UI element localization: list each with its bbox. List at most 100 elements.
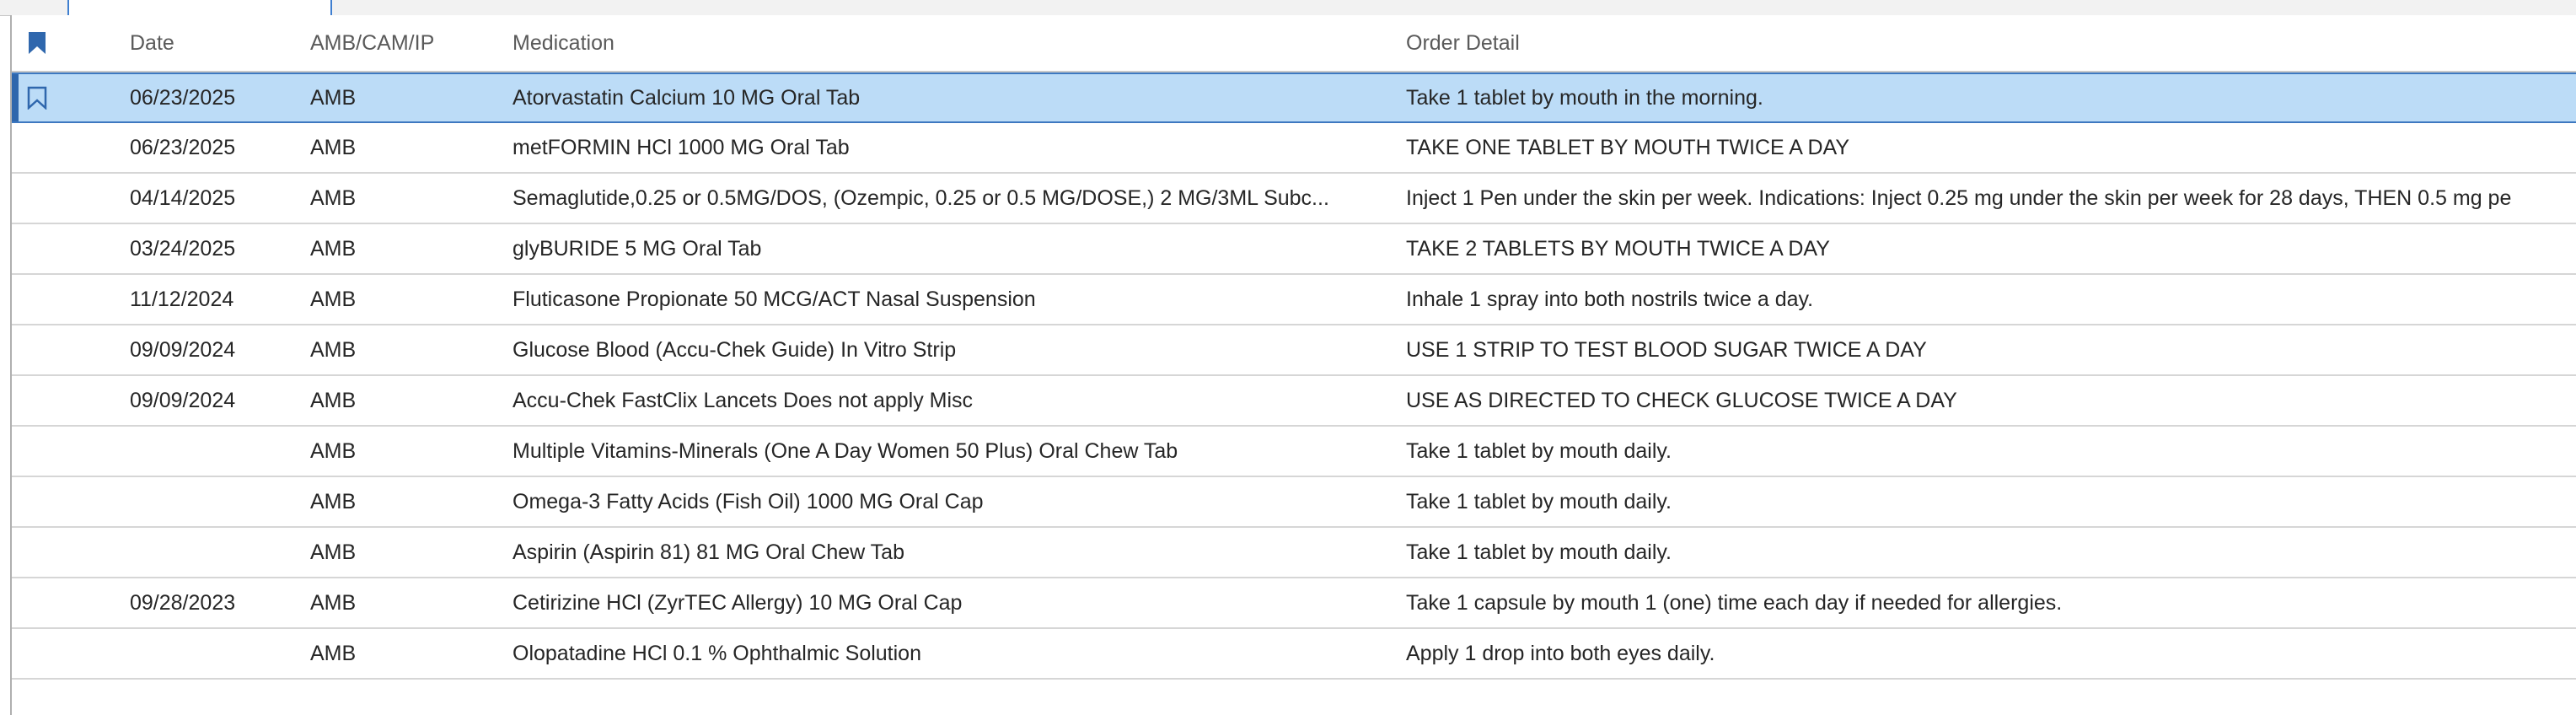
cell-date xyxy=(130,528,298,577)
cell-date-text: 06/23/2025 xyxy=(130,85,236,110)
column-header-amb-cam-ip[interactable]: AMB/CAM/IP xyxy=(310,15,504,71)
cell-order-detail: TAKE ONE TABLET BY MOUTH TWICE A DAY xyxy=(1406,123,2576,172)
cell-amb-cam-ip: AMB xyxy=(310,427,504,476)
cell-order-detail: Inhale 1 spray into both nostrils twice … xyxy=(1406,275,2576,324)
cell-amb-cam-ip: AMB xyxy=(310,325,504,374)
cell-amb-cam-ip: AMB xyxy=(310,477,504,526)
cell-order-detail: TAKE 2 TABLETS BY MOUTH TWICE A DAY xyxy=(1406,224,2576,273)
top-toolbar-strip xyxy=(0,0,2576,17)
cell-amb-cam-ip-text: AMB xyxy=(310,135,357,159)
cell-amb-cam-ip-text: AMB xyxy=(310,236,357,261)
cell-date-text: 04/14/2025 xyxy=(130,185,236,210)
cell-amb-cam-ip: AMB xyxy=(310,376,504,425)
cell-amb-cam-ip-text: AMB xyxy=(310,337,357,362)
cell-date: 11/12/2024 xyxy=(130,275,298,324)
table-row[interactable]: 09/09/2024 AMB Accu-Chek FastClix Lancets … xyxy=(12,376,2576,427)
cell-date-text: 09/28/2023 xyxy=(130,590,236,615)
cell-amb-cam-ip-text: AMB xyxy=(310,85,357,110)
cell-medication: Olopatadine HCl 0.1 % Ophthalmic Solutio… xyxy=(513,629,1398,678)
cell-order-detail: USE 1 STRIP TO TEST BLOOD SUGAR TWICE A … xyxy=(1406,325,2576,374)
column-header-order-detail[interactable]: Order Detail xyxy=(1406,15,2576,71)
cell-amb-cam-ip: AMB xyxy=(310,629,504,678)
cell-date: 09/09/2024 xyxy=(130,325,298,374)
cell-medication: metFORMIN HCl 1000 MG Oral Tab xyxy=(513,123,1398,172)
cell-date xyxy=(130,427,298,476)
cell-date: 04/14/2025 xyxy=(130,174,298,223)
table-row-selected[interactable]: 06/23/2025 AMB Atorvastatin Calcium 10 MG … xyxy=(12,73,2576,123)
cell-medication-text: Semaglutide,0.25 or 0.5MG/DOS, (Ozempic,… xyxy=(513,185,1329,210)
table-row[interactable]: 09/09/2024 AMB Glucose Blood (Accu-Chek Gu… xyxy=(12,325,2576,376)
cell-amb-cam-ip-text: AMB xyxy=(310,540,357,564)
cell-amb-cam-ip: AMB xyxy=(310,174,504,223)
bookmark-flag-solid-icon[interactable] xyxy=(28,31,46,55)
cell-amb-cam-ip: AMB xyxy=(310,224,504,273)
cell-order-detail: Take 1 tablet by mouth in the morning. xyxy=(1406,74,2576,121)
cell-order-detail-text: Take 1 tablet by mouth daily. xyxy=(1406,540,1672,564)
cell-medication-text: Glucose Blood (Accu-Chek Guide) In Vitro… xyxy=(513,337,957,362)
cell-amb-cam-ip-text: AMB xyxy=(310,287,357,311)
cell-order-detail: Inject 1 Pen under the skin per week. In… xyxy=(1406,174,2576,223)
table-row[interactable]: AMB Omega-3 Fatty Acids (Fish Oil) 1000 M… xyxy=(12,477,2576,528)
cell-order-detail-text: USE AS DIRECTED TO CHECK GLUCOSE TWICE A… xyxy=(1406,388,1957,412)
cell-order-detail-text: Inhale 1 spray into both nostrils twice … xyxy=(1406,287,1814,311)
cell-date-text: 09/09/2024 xyxy=(130,337,236,362)
table-row[interactable]: 04/14/2025 AMB Semaglutide,0.25 or 0.5MG/D… xyxy=(12,174,2576,224)
cell-date xyxy=(130,629,298,678)
cell-order-detail-text: Take 1 capsule by mouth 1 (one) time eac… xyxy=(1406,590,2063,615)
cell-medication-text: Multiple Vitamins-Minerals (One A Day Wo… xyxy=(513,438,1178,463)
table-row[interactable]: AMB Multiple Vitamins-Minerals (One A Day… xyxy=(12,427,2576,477)
cell-date xyxy=(130,477,298,526)
header-flag-cell[interactable] xyxy=(12,15,62,71)
cell-order-detail: Apply 1 drop into both eyes daily. xyxy=(1406,629,2576,678)
row-flag-cell[interactable] xyxy=(12,74,62,121)
cell-amb-cam-ip: AMB xyxy=(310,275,504,324)
cell-medication: Atorvastatin Calcium 10 MG Oral Tab xyxy=(513,74,1398,121)
cell-medication: Cetirizine HCl (ZyrTEC Allergy) 10 MG Or… xyxy=(513,578,1398,627)
cell-order-detail-text: TAKE ONE TABLET BY MOUTH TWICE A DAY xyxy=(1406,135,1850,159)
table-row[interactable]: 11/12/2024 AMB Fluticasone Propionate 50 M… xyxy=(12,275,2576,325)
cell-medication: Aspirin (Aspirin 81) 81 MG Oral Chew Tab xyxy=(513,528,1398,577)
cell-amb-cam-ip-text: AMB xyxy=(310,489,357,513)
cell-medication-text: Cetirizine HCl (ZyrTEC Allergy) 10 MG Or… xyxy=(513,590,963,615)
column-header-medication[interactable]: Medication xyxy=(513,15,1398,71)
cell-medication-text: glyBURIDE 5 MG Oral Tab xyxy=(513,236,762,261)
cell-medication: Omega-3 Fatty Acids (Fish Oil) 1000 MG O… xyxy=(513,477,1398,526)
cell-date: 06/23/2025 xyxy=(130,74,298,121)
cell-amb-cam-ip-text: AMB xyxy=(310,438,357,463)
table-row[interactable]: AMB Aspirin (Aspirin 81) 81 MG Oral Chew … xyxy=(12,528,2576,578)
cell-date: 09/28/2023 xyxy=(130,578,298,627)
column-header-date[interactable]: Date xyxy=(130,15,298,71)
medication-grid: Date AMB/CAM/IP Medication Order Detail … xyxy=(10,15,2576,715)
cell-amb-cam-ip: AMB xyxy=(310,74,504,121)
cell-amb-cam-ip-text: AMB xyxy=(310,590,357,615)
cell-date-text: 09/09/2024 xyxy=(130,388,236,412)
cell-order-detail: Take 1 capsule by mouth 1 (one) time eac… xyxy=(1406,578,2576,627)
cell-medication: Multiple Vitamins-Minerals (One A Day Wo… xyxy=(513,427,1398,476)
grid-header: Date AMB/CAM/IP Medication Order Detail xyxy=(12,15,2576,73)
cell-medication: Accu-Chek FastClix Lancets Does not appl… xyxy=(513,376,1398,425)
table-row[interactable]: 06/23/2025 AMB metFORMIN HCl 1000 MG Oral … xyxy=(12,123,2576,174)
cell-order-detail-text: TAKE 2 TABLETS BY MOUTH TWICE A DAY xyxy=(1406,236,1830,261)
cell-date: 09/09/2024 xyxy=(130,376,298,425)
cell-medication-text: Omega-3 Fatty Acids (Fish Oil) 1000 MG O… xyxy=(513,489,984,513)
bookmark-flag-outline-icon[interactable] xyxy=(27,86,47,110)
table-row[interactable]: 09/28/2023 AMB Cetirizine HCl (ZyrTEC Alle… xyxy=(12,578,2576,629)
cell-medication-text: Aspirin (Aspirin 81) 81 MG Oral Chew Tab xyxy=(513,540,904,564)
toolbar-tab[interactable] xyxy=(67,0,332,17)
table-row[interactable]: 03/24/2025 AMB glyBURIDE 5 MG Oral Tab TAKE… xyxy=(12,224,2576,275)
cell-amb-cam-ip-text: AMB xyxy=(310,185,357,210)
cell-medication: glyBURIDE 5 MG Oral Tab xyxy=(513,224,1398,273)
cell-medication: Glucose Blood (Accu-Chek Guide) In Vitro… xyxy=(513,325,1398,374)
cell-order-detail-text: Take 1 tablet by mouth daily. xyxy=(1406,489,1672,513)
cell-amb-cam-ip: AMB xyxy=(310,578,504,627)
cell-order-detail: Take 1 tablet by mouth daily. xyxy=(1406,427,2576,476)
cell-medication-text: Olopatadine HCl 0.1 % Ophthalmic Solutio… xyxy=(513,641,921,665)
cell-date: 03/24/2025 xyxy=(130,224,298,273)
cell-amb-cam-ip: AMB xyxy=(310,123,504,172)
cell-medication: Fluticasone Propionate 50 MCG/ACT Nasal … xyxy=(513,275,1398,324)
cell-order-detail-text: Take 1 tablet by mouth daily. xyxy=(1406,438,1672,463)
cell-date-text: 03/24/2025 xyxy=(130,236,236,261)
cell-date: 06/23/2025 xyxy=(130,123,298,172)
table-row[interactable]: AMB Olopatadine HCl 0.1 % Ophthalmic Solu… xyxy=(12,629,2576,680)
cell-order-detail-text: USE 1 STRIP TO TEST BLOOD SUGAR TWICE A … xyxy=(1406,337,1927,362)
